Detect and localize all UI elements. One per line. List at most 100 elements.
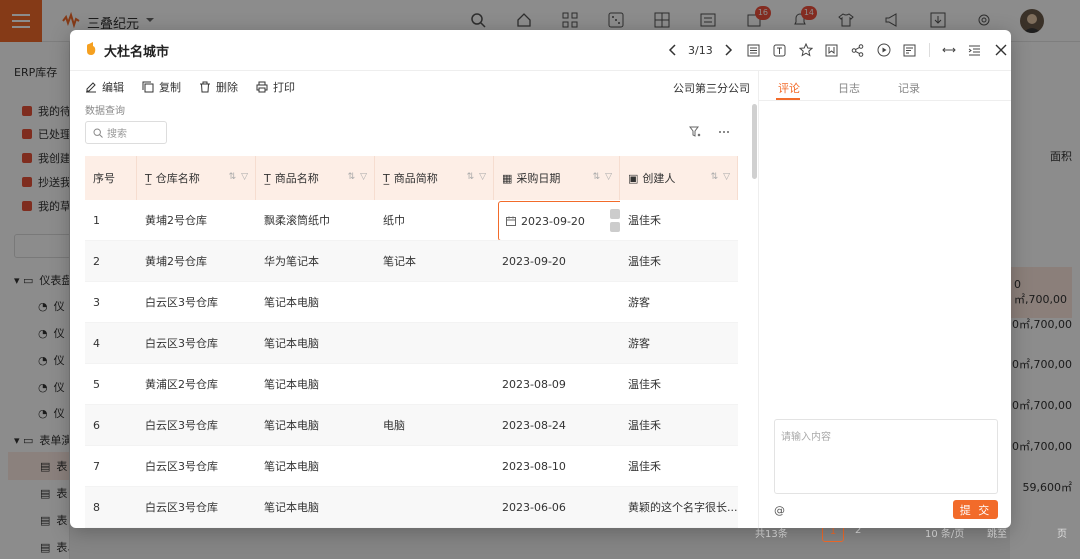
submit-button[interactable]: 提 交 — [953, 500, 998, 519]
bookmark-icon[interactable] — [819, 40, 845, 60]
search-input[interactable]: 搜索 — [85, 121, 167, 144]
cell-warehouse[interactable]: 白云区3号仓库 — [137, 405, 256, 445]
calendar-icon: ▦ — [502, 171, 513, 185]
comment-input[interactable]: 请输入内容 — [774, 419, 998, 494]
collapse-panel-icon[interactable] — [962, 40, 988, 60]
text-field-icon: T̲ — [383, 171, 390, 185]
stepper-down-icon[interactable] — [610, 222, 620, 232]
cell-creator[interactable]: 温佳禾 — [620, 200, 738, 240]
cell-index: 2 — [93, 254, 100, 268]
stepper-up-icon[interactable] — [610, 209, 620, 219]
table-row[interactable]: 3 白云区3号仓库 笔记本电脑 游客 — [85, 282, 738, 323]
cell-product[interactable]: 笔记本电脑 — [256, 282, 375, 322]
tab-comments[interactable]: 评论 — [778, 80, 800, 96]
column-header-date[interactable]: ▦ 采购日期 ⇅ ▽ — [494, 156, 620, 200]
expand-width-icon[interactable] — [936, 40, 962, 60]
cell-date[interactable]: 2023-06-06 — [494, 487, 620, 527]
column-header-index[interactable]: 序号 — [85, 156, 137, 200]
copy-button[interactable]: 复制 — [142, 79, 181, 95]
cell-creator[interactable]: 游客 — [620, 323, 738, 363]
cell-date[interactable]: 2023-08-10 — [494, 446, 620, 486]
print-button[interactable]: 打印 — [256, 79, 295, 95]
table-row[interactable]: 6 白云区3号仓库 笔记本电脑 电脑 2023-08-24 温佳禾 — [85, 405, 738, 446]
cell-product[interactable]: 华为笔记本 — [256, 241, 375, 281]
column-header-short-name[interactable]: T̲ 商品简称 ⇅ ▽ — [375, 156, 494, 200]
column-header-warehouse[interactable]: T̲ 仓库名称 ⇅ ▽ — [137, 156, 256, 200]
table-row[interactable]: 8 白云区3号仓库 笔记本电脑 2023-06-06 黄颖的这个名字很长... — [85, 487, 738, 528]
tab-logs[interactable]: 日志 — [838, 80, 860, 96]
cell-product[interactable]: 笔记本电脑 — [256, 405, 375, 445]
cell-short-name[interactable] — [375, 487, 494, 527]
cell-creator[interactable]: 温佳禾 — [620, 241, 738, 281]
cell-product[interactable]: 飘柔滚筒纸巾 — [256, 200, 375, 240]
table-scrollbar[interactable] — [752, 104, 757, 179]
pencil-icon — [86, 82, 96, 93]
next-record-icon[interactable] — [715, 40, 741, 60]
modal-title: 大杜名城市 — [104, 45, 170, 60]
cell-short-name[interactable] — [375, 323, 494, 363]
table-row[interactable]: 1 黄埔2号仓库 飘柔滚筒纸巾 纸巾 2023-09-20 温佳禾 — [85, 200, 738, 241]
cell-warehouse[interactable]: 黄埔2号仓库 — [137, 200, 256, 240]
cell-short-name[interactable] — [375, 364, 494, 404]
date-value: 2023-09-20 — [521, 214, 585, 228]
notes-icon[interactable] — [897, 40, 923, 60]
sort-filter-icon[interactable]: ⇅ ▽ — [467, 172, 487, 182]
cell-short-name[interactable]: 笔记本 — [375, 241, 494, 281]
sort-filter-icon[interactable]: ⇅ ▽ — [229, 172, 249, 182]
play-icon[interactable] — [871, 40, 897, 60]
table-row[interactable]: 2 黄埔2号仓库 华为笔记本 笔记本 2023-09-20 温佳禾 — [85, 241, 738, 282]
cell-product[interactable]: 笔记本电脑 — [256, 446, 375, 486]
sort-filter-icon[interactable]: ⇅ ▽ — [348, 172, 368, 182]
cell-date[interactable]: 2023-08-09 — [494, 364, 620, 404]
table-row[interactable]: 5 黄浦区2号仓库 笔记本电脑 2023-08-09 温佳禾 — [85, 364, 738, 405]
cell-date[interactable] — [494, 323, 620, 363]
cell-date[interactable] — [494, 282, 620, 322]
cell-creator[interactable]: 黄颖的这个名字很长... — [620, 487, 738, 527]
close-icon[interactable] — [988, 40, 1011, 60]
delete-button[interactable]: 删除 — [199, 79, 238, 95]
filter-icon[interactable] — [689, 126, 701, 138]
tab-records[interactable]: 记录 — [898, 80, 920, 96]
page-unit-label: 页 — [1057, 529, 1067, 540]
column-header-product[interactable]: T̲ 商品名称 ⇅ ▽ — [256, 156, 375, 200]
cell-short-name[interactable]: 纸巾 — [375, 200, 494, 240]
table-row[interactable]: 7 白云区3号仓库 笔记本电脑 2023-08-10 温佳禾 — [85, 446, 738, 487]
cell-warehouse[interactable]: 白云区3号仓库 — [137, 282, 256, 322]
activity-tabs: 评论 日志 记录 — [778, 80, 920, 96]
prev-record-icon[interactable] — [660, 40, 686, 60]
share-icon[interactable] — [845, 40, 871, 60]
date-stepper[interactable] — [610, 209, 620, 232]
toolbar-divider — [928, 43, 930, 57]
edit-button[interactable]: 编辑 — [85, 79, 124, 95]
star-icon[interactable] — [793, 40, 819, 60]
cell-warehouse[interactable]: 黄浦区2号仓库 — [137, 364, 256, 404]
cell-short-name[interactable]: 电脑 — [375, 405, 494, 445]
sort-filter-icon[interactable]: ⇅ ▽ — [593, 172, 613, 182]
date-editor[interactable]: 2023-09-20 — [498, 201, 620, 240]
cell-warehouse[interactable]: 黄埔2号仓库 — [137, 241, 256, 281]
cell-date[interactable]: 2023-09-20 — [494, 200, 620, 240]
cell-product[interactable]: 笔记本电脑 — [256, 364, 375, 404]
cell-creator[interactable]: 温佳禾 — [620, 364, 738, 404]
cell-warehouse[interactable]: 白云区3号仓库 — [137, 487, 256, 527]
template-icon[interactable] — [767, 40, 793, 60]
table-row[interactable]: 4 白云区3号仓库 笔记本电脑 游客 — [85, 323, 738, 364]
cell-product[interactable]: 笔记本电脑 — [256, 323, 375, 363]
document-icon[interactable] — [741, 40, 767, 60]
cell-short-name[interactable] — [375, 282, 494, 322]
cell-index: 3 — [93, 295, 100, 309]
cell-warehouse[interactable]: 白云区3号仓库 — [137, 323, 256, 363]
cell-warehouse[interactable]: 白云区3号仓库 — [137, 446, 256, 486]
search-icon — [93, 127, 103, 138]
cell-creator[interactable]: 游客 — [620, 282, 738, 322]
more-icon[interactable] — [718, 126, 730, 138]
column-header-creator[interactable]: ▣ 创建人 ⇅ ▽ — [620, 156, 738, 200]
cell-creator[interactable]: 温佳禾 — [620, 446, 738, 486]
sort-filter-icon[interactable]: ⇅ ▽ — [711, 172, 731, 182]
cell-short-name[interactable] — [375, 446, 494, 486]
mention-button[interactable]: @ — [774, 504, 785, 517]
cell-product[interactable]: 笔记本电脑 — [256, 487, 375, 527]
cell-date[interactable]: 2023-09-20 — [494, 241, 620, 281]
cell-creator[interactable]: 温佳禾 — [620, 405, 738, 445]
cell-date[interactable]: 2023-08-24 — [494, 405, 620, 445]
